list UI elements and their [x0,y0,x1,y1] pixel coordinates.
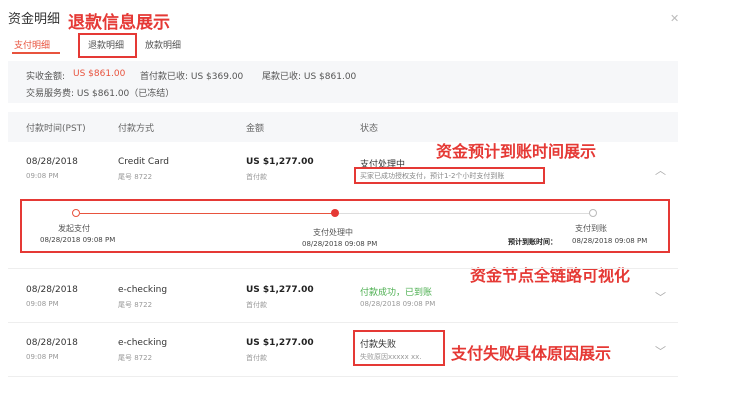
row3-status: 付款失败 [360,340,397,350]
service-fee: 交易服务费: US $861.00（已冻结） [26,89,175,99]
row3-status-note: 失败原因xxxxx xx. [360,353,422,361]
timeline-node-current [331,209,339,217]
timeline-line-pending [339,213,589,214]
annotation-arrival-time: 资金预计到账时间展示 [436,142,597,161]
row2-amount-type: 首付款 [246,301,267,309]
annotation-fail-reason: 支付失败具体原因展示 [451,344,612,363]
active-tab-indicator [12,52,60,54]
column-header-method: 付款方式 [118,124,155,134]
chevron-down-icon[interactable]: ﹀ [655,289,666,305]
timeline-label-current: 支付处理中 [313,228,353,237]
row-divider [8,376,678,377]
received-amount-value: US $861.00 [73,69,126,79]
column-header-amount: 金额 [246,124,265,134]
tab-release-details[interactable]: 放款明细 [145,38,181,51]
row2-time: 09:08 PM [26,300,59,308]
timeline-node-start [72,209,80,217]
timeline-label-end: 支付到账 [575,224,607,233]
row2-date: 08/28/2018 [26,285,78,295]
row1-amount: US $1,277.00 [246,157,314,167]
page-title: 资金明细 [8,12,61,27]
row1-time: 09:08 PM [26,172,59,180]
row2-amount: US $1,277.00 [246,285,314,295]
first-payment-received: 首付款已收: US $369.00 [140,72,244,82]
tab-payment-details[interactable]: 支付明细 [14,38,50,51]
row-divider [8,322,678,323]
column-header-time: 付款时间(PST) [26,124,86,134]
row2-status-note: 08/28/2018 09:08 PM [360,300,436,308]
close-icon[interactable]: ✕ [670,12,679,25]
row3-amount: US $1,277.00 [246,338,314,348]
chevron-down-icon[interactable]: ﹀ [655,343,666,359]
timeline-date-end: 08/28/2018 09:08 PM [572,237,648,245]
annotation-chain-visual: 资金节点全链路可视化 [470,266,631,285]
row1-status-note: 买家已成功授权支付，预计1-2个小时支付到账 [360,172,505,180]
timeline-date-start: 08/28/2018 09:08 PM [40,236,116,244]
row3-time: 09:08 PM [26,353,59,361]
timeline-node-end [589,209,597,217]
chevron-up-icon[interactable]: ︿ [655,162,666,178]
row1-method: Credit Card [118,157,169,167]
row1-tail: 尾号 8722 [118,173,153,181]
row2-tail: 尾号 8722 [118,301,153,309]
tab-refund-details[interactable]: 退款明细 [88,38,124,51]
timeline-date-current: 08/28/2018 09:08 PM [302,240,378,248]
row3-date: 08/28/2018 [26,338,78,348]
received-amount-label: 实收金额: [26,72,66,82]
column-header-status: 状态 [360,124,379,134]
final-payment-received: 尾款已收: US $861.00 [262,72,357,82]
row3-method: e-checking [118,338,168,348]
row1-date: 08/28/2018 [26,157,78,167]
row-divider [8,268,678,269]
timeline-label-start: 发起支付 [58,224,90,233]
timeline-line-done [80,213,334,214]
row3-amount-type: 首付款 [246,354,267,362]
timeline-expected-prefix: 预计到账时间： [508,238,557,246]
row2-method: e-checking [118,285,168,295]
row1-amount-type: 首付款 [246,173,267,181]
annotation-refund-info: 退款信息展示 [68,13,170,33]
row3-tail: 尾号 8722 [118,354,153,362]
row2-status: 付款成功，已到账 [360,288,433,298]
